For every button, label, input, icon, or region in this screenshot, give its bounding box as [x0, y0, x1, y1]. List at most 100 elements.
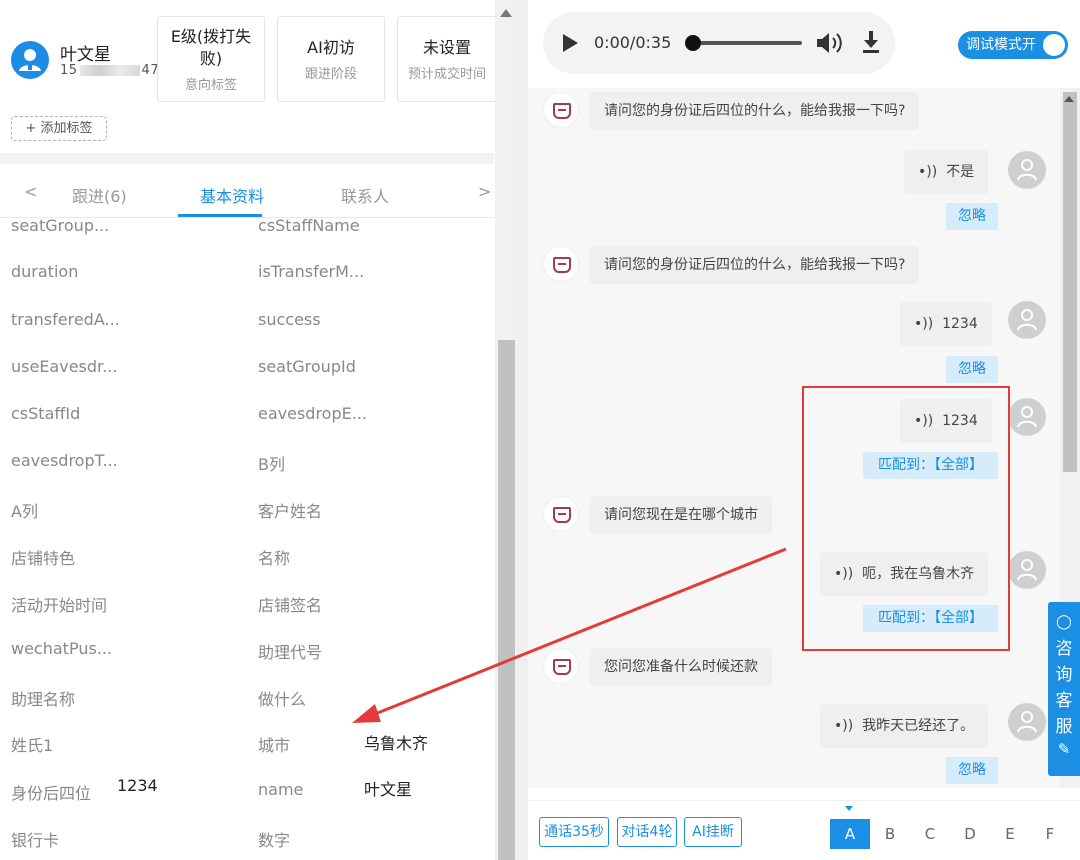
field-label: 银行卡	[11, 831, 60, 850]
customer-name: 叶文星	[60, 45, 111, 65]
chat-scroll-up-icon[interactable]	[1064, 96, 1074, 102]
user-message: •)) 我昨天已经还了。	[820, 704, 989, 748]
intent-tag-label: 意向标签	[184, 78, 237, 93]
avatar	[11, 41, 49, 79]
field-label: 客户姓名	[258, 502, 323, 521]
bot-message: 请问您现在是在哪个城市	[590, 496, 772, 534]
service-char: 服	[1055, 717, 1073, 737]
grade-tab-f[interactable]: F	[1030, 819, 1070, 849]
edit-icon[interactable]: ✎	[1048, 740, 1080, 758]
user-message: •)) 不是	[904, 150, 989, 194]
call-duration-button[interactable]: 通话35秒	[539, 817, 609, 847]
expected-deal-card[interactable]: 未设置 预计成交时间	[397, 16, 497, 102]
field-label: 助理名称	[11, 690, 76, 709]
voice-icon[interactable]: •))	[834, 718, 853, 734]
field-value: 叶文星	[364, 780, 413, 799]
robot-icon	[553, 507, 571, 523]
phone-prefix: 15	[60, 63, 78, 78]
left-scrollbar-thumb[interactable]	[498, 340, 515, 860]
user-avatar	[1008, 703, 1046, 741]
download-icon[interactable]	[861, 31, 881, 53]
scroll-up-icon[interactable]	[500, 9, 512, 17]
field-label: csStaffId	[11, 404, 81, 423]
user-icon	[1017, 406, 1037, 428]
play-icon[interactable]	[563, 34, 578, 52]
ignore-button[interactable]: 忽略	[946, 203, 998, 230]
voice-icon[interactable]: •))	[918, 164, 937, 180]
bot-message: 您问您准备什么时候还款	[590, 648, 772, 686]
user-icon	[1017, 159, 1037, 181]
service-char: 询	[1055, 665, 1073, 685]
field-row: A列 客户姓名	[0, 498, 494, 528]
robot-icon	[553, 257, 571, 273]
bot-message: 请问您的身份证后四位的什么，能给我报一下吗?	[590, 92, 920, 130]
grade-tab-e[interactable]: E	[990, 819, 1030, 849]
add-tag-button[interactable]: + 添加标签	[11, 116, 107, 141]
audio-progress-bar[interactable]	[692, 41, 802, 45]
user-avatar	[1008, 551, 1046, 589]
audio-time: 0:00/0:35	[594, 33, 672, 52]
tab-next-icon[interactable]: >	[478, 182, 491, 201]
ignore-button[interactable]: 忽略	[946, 356, 998, 383]
followup-stage-card[interactable]: AI初访 跟进阶段	[277, 16, 385, 102]
field-label: useEavesdr...	[11, 357, 118, 376]
field-row: 活动开始时间 店铺签名	[0, 592, 494, 622]
followup-stage-label: 跟进阶段	[304, 67, 357, 82]
tab-contacts[interactable]: 联系人	[341, 183, 389, 207]
field-label: 数字	[258, 831, 291, 850]
field-label: success	[258, 310, 321, 329]
tab-basic-info[interactable]: 基本资料	[200, 183, 264, 207]
field-row: useEavesdr... seatGroupId	[0, 357, 494, 387]
phone-mask	[79, 65, 140, 76]
panel-divider	[518, 0, 528, 860]
field-label: wechatPus...	[11, 639, 113, 658]
user-icon	[1017, 309, 1037, 331]
field-row: csStaffId eavesdropE...	[0, 404, 494, 434]
dialog-rounds-button[interactable]: 对话4轮	[617, 817, 677, 847]
tab-prev-icon[interactable]: <	[24, 182, 37, 201]
ai-hangup-button[interactable]: AI挂断	[684, 817, 742, 847]
field-label: 城市	[258, 736, 291, 755]
robot-icon	[553, 103, 571, 119]
field-label: isTransferM...	[258, 262, 365, 281]
intent-tag-card[interactable]: E级(拨打失败) 意向标签	[157, 16, 265, 102]
grade-tab-b[interactable]: B	[870, 819, 910, 849]
volume-icon[interactable]	[815, 32, 845, 54]
field-label: B列	[258, 455, 285, 474]
audio-player: 0:00/0:35	[543, 12, 895, 74]
ignore-button[interactable]: 忽略	[946, 757, 998, 784]
field-label: 身份后四位	[11, 784, 92, 803]
tab-followup[interactable]: 跟进(6)	[72, 183, 127, 207]
user-message: •)) 1234	[900, 302, 992, 346]
field-label: name	[258, 780, 304, 799]
field-row: seatGroup... csStaffName	[0, 216, 494, 246]
user-avatar	[1008, 151, 1046, 189]
bot-avatar	[543, 496, 579, 532]
service-char: 咨	[1055, 639, 1073, 659]
user-icon	[1017, 559, 1037, 581]
followup-stage-value: AI初访	[307, 38, 355, 57]
field-value: 乌鲁木齐	[364, 734, 429, 753]
bot-avatar	[543, 92, 579, 128]
field-label: 名称	[258, 549, 291, 568]
toggle-knob	[1043, 34, 1065, 56]
grade-tab-d[interactable]: D	[950, 819, 990, 849]
voice-icon[interactable]: •))	[914, 316, 933, 332]
service-char: 客	[1055, 691, 1073, 711]
robot-icon	[553, 659, 571, 675]
user-message-text: 我昨天已经还了。	[862, 718, 975, 734]
grade-tab-c[interactable]: C	[910, 819, 950, 849]
field-row: transferedA... success	[0, 310, 494, 340]
field-label: transferedA...	[11, 310, 120, 329]
field-label: 做什么	[258, 690, 307, 709]
customer-phone: 15 47	[60, 63, 159, 78]
grade-tab-a[interactable]: A	[830, 819, 870, 849]
debug-mode-toggle[interactable]: 调试模式开	[958, 31, 1068, 59]
field-label: 助理代号	[258, 643, 323, 662]
chat-scrollbar-thumb[interactable]	[1063, 92, 1077, 472]
audio-progress-knob[interactable]	[685, 35, 701, 51]
tab-bar: < 跟进(6) 基本资料 联系人 >	[0, 164, 494, 218]
expected-deal-value: 未设置	[422, 38, 471, 57]
field-label: eavesdropE...	[258, 404, 367, 423]
customer-service-button[interactable]: ◯ 咨 询 客 服 ✎	[1048, 602, 1080, 776]
